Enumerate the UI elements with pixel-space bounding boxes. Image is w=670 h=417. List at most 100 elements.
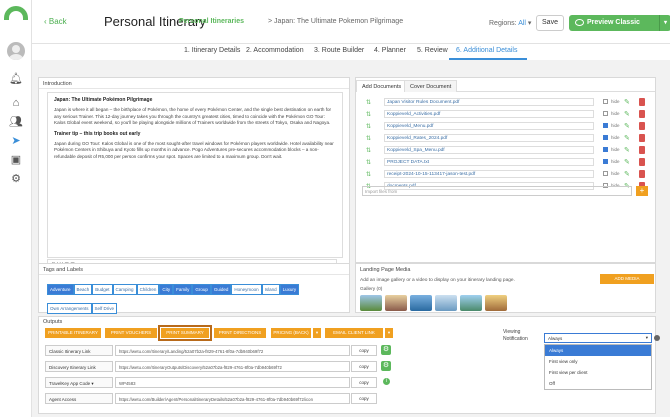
avatar[interactable] [7, 42, 25, 60]
printable-itinerary-button[interactable]: PRINTABLE ITINERARY [45, 328, 101, 338]
gear-icon[interactable]: ⚙ [9, 172, 23, 186]
viewing-notification-select[interactable]: Always ▾ [544, 333, 652, 343]
introduction-editor[interactable]: Japan: The Ultimate Pokémon Pilgrimage J… [47, 92, 343, 258]
info-icon[interactable] [654, 335, 660, 341]
tag-budget[interactable]: Budget [92, 284, 113, 295]
edit-icon[interactable]: ✎ [624, 110, 630, 118]
delete-icon[interactable] [639, 170, 645, 178]
top-bar: ‹ Back Personal Itinerary Personal Itine… [32, 0, 670, 44]
breadcrumb-personal-itineraries[interactable]: Personal Itineraries [179, 18, 244, 25]
bell-icon[interactable]: 🔔︎ [9, 72, 23, 86]
gallery-image[interactable] [435, 295, 457, 311]
viewing-notification-label: Viewing Notification [503, 329, 528, 342]
sort-icon[interactable]: ⇅ [366, 111, 371, 118]
gallery-image[interactable] [410, 295, 432, 311]
preview-classic-button[interactable]: Preview Classic ▾ [569, 15, 670, 31]
wetu-logo[interactable] [4, 6, 28, 20]
hide-checkbox[interactable] [603, 99, 608, 104]
step-accommodation[interactable]: 2. Accommodation [246, 47, 304, 54]
sort-icon[interactable]: ⇅ [366, 135, 371, 142]
gallery-image[interactable] [385, 295, 407, 311]
copy-button[interactable]: copy [351, 377, 377, 388]
tag-camping[interactable]: Camping [112, 284, 137, 295]
list-item: ⇅ Koppieveld_Menu.pdf hide ✎ [366, 122, 656, 131]
save-button[interactable]: Save [536, 15, 564, 31]
users-icon[interactable]: 👥︎ [9, 115, 23, 129]
step-additional-details[interactable]: 6. Additional Details [456, 47, 517, 54]
copy-button[interactable]: copy [351, 393, 377, 404]
sort-icon[interactable]: ⇅ [366, 99, 371, 106]
send-icon[interactable]: ➤ [9, 134, 23, 148]
regions-selector[interactable]: Regions: All ▾ [489, 19, 531, 27]
print-summary-button[interactable]: PRINT SUMMARY [158, 325, 212, 341]
tag-own-arrangements[interactable]: Own Arrangements [47, 303, 92, 314]
edit-icon[interactable]: ✎ [624, 98, 630, 106]
hide-checkbox[interactable] [603, 111, 608, 116]
print-directions-button[interactable]: PRINT DIRECTIONS [214, 328, 266, 338]
tag-honeymoon[interactable]: Honeymoon [231, 284, 262, 295]
email-client-link-button[interactable]: EMAIL CLIENT LINK [325, 328, 383, 338]
sort-icon[interactable]: ⇅ [366, 159, 371, 166]
tag-guided[interactable]: Guided [210, 284, 232, 295]
home-icon[interactable]: ⌂ [9, 96, 23, 110]
edit-icon[interactable]: ✎ [624, 122, 630, 130]
step-route-builder[interactable]: 3. Route Builder [314, 47, 364, 54]
back-link[interactable]: ‹ Back [44, 17, 67, 26]
image-icon[interactable]: ▣ [9, 153, 23, 167]
tag-island[interactable]: Island [261, 284, 280, 295]
option-first-view-only[interactable]: First view only [545, 356, 651, 367]
delete-icon[interactable] [639, 122, 645, 130]
delete-icon[interactable] [639, 110, 645, 118]
option-first-view-per-client[interactable]: First view per client [545, 367, 651, 378]
edit-icon[interactable]: ✎ [624, 158, 630, 166]
tag-children[interactable]: Children [136, 284, 160, 295]
delete-icon[interactable] [639, 98, 645, 106]
tab-add-documents[interactable]: Add Documents [356, 80, 408, 92]
copy-button[interactable]: copy [351, 361, 377, 372]
delete-icon[interactable] [639, 146, 645, 154]
gear-icon[interactable]: ⚙ [381, 361, 391, 371]
active-step-underline [449, 58, 527, 60]
option-always[interactable]: Always [545, 345, 651, 356]
gear-icon[interactable]: ⚙ [381, 345, 391, 355]
chevron-down-icon[interactable]: ▾ [385, 328, 393, 338]
option-off[interactable]: Off [545, 378, 651, 389]
tag-city[interactable]: City [159, 284, 174, 295]
delete-icon[interactable] [639, 158, 645, 166]
tag-luxury[interactable]: Luxury [279, 284, 300, 295]
tag-adventure[interactable]: Adventure [47, 284, 74, 295]
hide-checkbox[interactable] [603, 135, 608, 140]
pricing-back-button[interactable]: PRICING (BACK) [271, 328, 311, 338]
delete-icon[interactable] [639, 134, 645, 142]
gallery-image[interactable] [485, 295, 507, 311]
edit-icon[interactable]: ✎ [624, 134, 630, 142]
chevron-down-icon[interactable]: ▾ [313, 328, 321, 338]
import-files-input[interactable]: Import files from [362, 186, 632, 196]
step-itinerary-details[interactable]: 1. Itinerary Details [184, 47, 240, 54]
step-planner[interactable]: 4. Planner [374, 47, 406, 54]
tag-group[interactable]: Group [192, 284, 211, 295]
edit-icon[interactable]: ✎ [624, 146, 630, 154]
hide-checkbox[interactable] [603, 171, 608, 176]
tab-cover-document[interactable]: Cover Document [404, 80, 458, 92]
hide-checkbox[interactable] [603, 159, 608, 164]
chevron-down-icon[interactable]: ▾ [659, 15, 670, 31]
add-media-button[interactable]: ADD MEDIA [600, 274, 654, 284]
hide-checkbox[interactable] [603, 147, 608, 152]
sort-icon[interactable]: ⇅ [366, 171, 371, 178]
step-review[interactable]: 5. Review [417, 47, 448, 54]
sort-icon[interactable]: ⇅ [366, 147, 371, 154]
tag-beach[interactable]: Beach [73, 284, 93, 295]
gallery-image[interactable] [460, 295, 482, 311]
tag-self-drive[interactable]: Self Drive [91, 303, 118, 314]
sort-icon[interactable]: ⇅ [366, 123, 371, 130]
print-vouchers-button[interactable]: PRINT VOUCHERS [105, 328, 157, 338]
copy-button[interactable]: copy [351, 345, 377, 356]
tag-family[interactable]: Family [173, 284, 193, 295]
info-icon[interactable]: i [383, 378, 390, 385]
add-file-button[interactable]: + [636, 186, 648, 196]
hide-checkbox[interactable] [603, 123, 608, 128]
edit-icon[interactable]: ✎ [624, 170, 630, 178]
gallery-image[interactable] [360, 295, 382, 311]
travelkey-select[interactable]: TravelKey App Code ▾ [45, 377, 113, 388]
